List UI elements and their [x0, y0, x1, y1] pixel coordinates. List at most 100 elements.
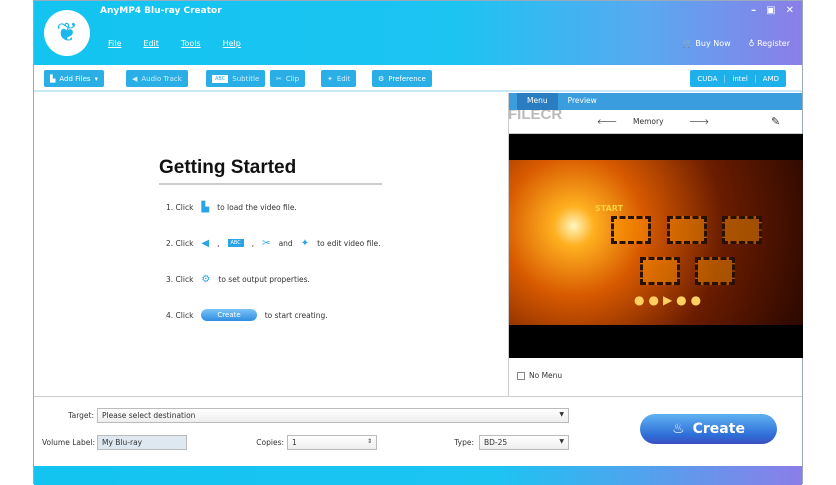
- flame-icon: ♨: [672, 421, 685, 437]
- prev-template-arrow[interactable]: 🡐: [597, 117, 617, 126]
- buy-now-link[interactable]: 🛒 Buy Now: [683, 39, 731, 48]
- key-icon: ♁: [748, 39, 755, 48]
- menu-bar: File Edit Tools Help: [108, 39, 241, 48]
- tab-menu[interactable]: Menu: [517, 93, 558, 110]
- chevron-down-icon: ▼: [559, 411, 564, 418]
- subtitle-icon: ABC: [227, 239, 244, 247]
- edit-menu-icon[interactable]: ✎: [771, 115, 780, 128]
- subtitle-button[interactable]: ABC Subtitle: [206, 70, 266, 87]
- register-link[interactable]: ♁ Register: [749, 39, 790, 48]
- playback-buttons: ●●▶●●: [634, 293, 706, 307]
- stepper-arrows-icon[interactable]: ⇕: [367, 438, 372, 445]
- gear-icon: ⚙: [378, 74, 385, 83]
- copies-value: 1: [292, 438, 297, 447]
- create-icon-button: Create: [201, 309, 257, 321]
- scissors-icon: ✂: [262, 237, 271, 249]
- close-button[interactable]: ✕: [786, 5, 794, 16]
- sparkle-icon: ✦: [300, 237, 310, 249]
- toolbar: ▙ Add Files ▾ ◀ Audio Track ABC Subtitle ✂ Cl…: [34, 65, 802, 92]
- preference-label: Preference: [388, 74, 426, 83]
- menu-edit[interactable]: Edit: [143, 39, 159, 48]
- minimize-button[interactable]: –: [751, 5, 756, 16]
- step-text: and: [278, 238, 293, 248]
- app-logo: ❦: [44, 10, 90, 56]
- intel-badge: intel: [724, 74, 754, 83]
- dropdown-arrow-icon[interactable]: ▾: [95, 75, 99, 83]
- getting-started-panel: Getting Started 1. Click ▙ to load the vid…: [34, 93, 508, 396]
- add-file-icon: ▙: [50, 74, 56, 83]
- create-button[interactable]: ♨ Create: [640, 414, 777, 444]
- chevron-down-icon: ▼: [559, 438, 564, 445]
- tab-preview[interactable]: Preview: [558, 93, 607, 110]
- subtitle-icon: ABC: [212, 74, 229, 83]
- getting-started-title: Getting Started: [159, 157, 382, 185]
- clip-button[interactable]: ✂ Clip: [270, 70, 306, 87]
- buy-now-label: Buy Now: [695, 39, 731, 48]
- register-label: Register: [757, 39, 790, 48]
- step-text: ,: [217, 238, 220, 248]
- clip-label: Clip: [285, 74, 300, 83]
- subtitle-label: Subtitle: [232, 74, 260, 83]
- step-text: 3. Click: [166, 274, 194, 284]
- header: ❦ AnyMP4 Blu-ray Creator File Edit Tools…: [34, 1, 802, 65]
- step-text: to set output properties.: [218, 274, 310, 284]
- template-nav: 🡐 Memory 🡒 ✎: [509, 110, 802, 134]
- next-template-arrow[interactable]: 🡒: [689, 117, 709, 126]
- menu-preview-panel: Menu Preview 🡐 Memory 🡒 ✎ START ●●▶●● No…: [508, 93, 803, 396]
- window-controls: – ▣ ✕: [751, 5, 794, 16]
- step-text: ,: [251, 238, 255, 248]
- audio-track-button[interactable]: ◀ Audio Track: [126, 70, 188, 87]
- step-3: 3. Click ⚙ to set output properties.: [166, 261, 382, 297]
- menu-help[interactable]: Help: [223, 39, 241, 48]
- type-label: Type:: [454, 438, 474, 447]
- volume-label: Volume Label:: [41, 438, 95, 447]
- template-name: Memory: [633, 117, 664, 126]
- amd-badge: AMD: [754, 74, 786, 83]
- menu-tools[interactable]: Tools: [181, 39, 201, 48]
- step-2: 2. Click ◀, ABC, ✂ and ✦ to edit video file.: [166, 225, 382, 261]
- step-1: 1. Click ▙ to load the video file.: [166, 189, 382, 225]
- step-text: 4. Click: [166, 310, 194, 320]
- edit-button[interactable]: ✦ Edit: [321, 70, 357, 87]
- copies-label: Copies:: [256, 438, 284, 447]
- add-file-icon: ▙: [201, 201, 210, 213]
- gear-icon: ⚙: [201, 273, 211, 285]
- footer-bar: [34, 466, 802, 485]
- checkbox[interactable]: [517, 371, 525, 380]
- start-text: START: [595, 204, 624, 213]
- step-text: 2. Click: [166, 238, 194, 248]
- type-select[interactable]: BD-25 ▼: [479, 435, 569, 450]
- cart-icon: 🛒: [682, 39, 693, 48]
- add-files-label: Add Files: [59, 74, 91, 83]
- no-menu-label: No Menu: [529, 371, 563, 380]
- create-label: Create: [692, 421, 745, 437]
- sparkle-icon: ✦: [327, 74, 333, 83]
- edit-label: Edit: [336, 74, 351, 83]
- app-title: AnyMP4 Blu-ray Creator: [100, 6, 222, 16]
- step-text: to start creating.: [264, 310, 328, 320]
- output-settings: Target: Please select destination ▼ Volum…: [34, 396, 802, 466]
- add-files-button[interactable]: ▙ Add Files ▾: [44, 70, 105, 87]
- menu-preview-image: START ●●▶●●: [509, 134, 803, 358]
- step-4: 4. Click Create to start creating.: [166, 297, 382, 333]
- target-select[interactable]: Please select destination ▼: [97, 408, 569, 423]
- speaker-icon: ◀: [201, 237, 210, 249]
- type-value: BD-25: [484, 438, 508, 447]
- app-window: ❦ AnyMP4 Blu-ray Creator File Edit Tools…: [33, 0, 803, 485]
- preference-button[interactable]: ⚙ Preference: [372, 70, 432, 87]
- target-label: Target:: [68, 411, 94, 420]
- step-text: to load the video file.: [217, 202, 297, 212]
- target-value: Please select destination: [102, 411, 196, 420]
- step-text: 1. Click: [166, 202, 194, 212]
- no-menu-checkbox[interactable]: No Menu: [517, 371, 562, 380]
- maximize-button[interactable]: ▣: [766, 5, 775, 16]
- step-text: to edit video file.: [317, 238, 381, 248]
- volume-label-input[interactable]: My Blu-ray: [97, 435, 187, 450]
- menu-file[interactable]: File: [108, 39, 121, 48]
- audio-track-label: Audio Track: [141, 74, 182, 83]
- gpu-acceleration: CUDA intel AMD: [690, 70, 786, 87]
- speaker-icon: ◀: [132, 74, 138, 83]
- copies-stepper[interactable]: 1 ⇕: [287, 435, 377, 450]
- cuda-badge: CUDA: [697, 74, 718, 83]
- scissors-icon: ✂: [276, 74, 282, 83]
